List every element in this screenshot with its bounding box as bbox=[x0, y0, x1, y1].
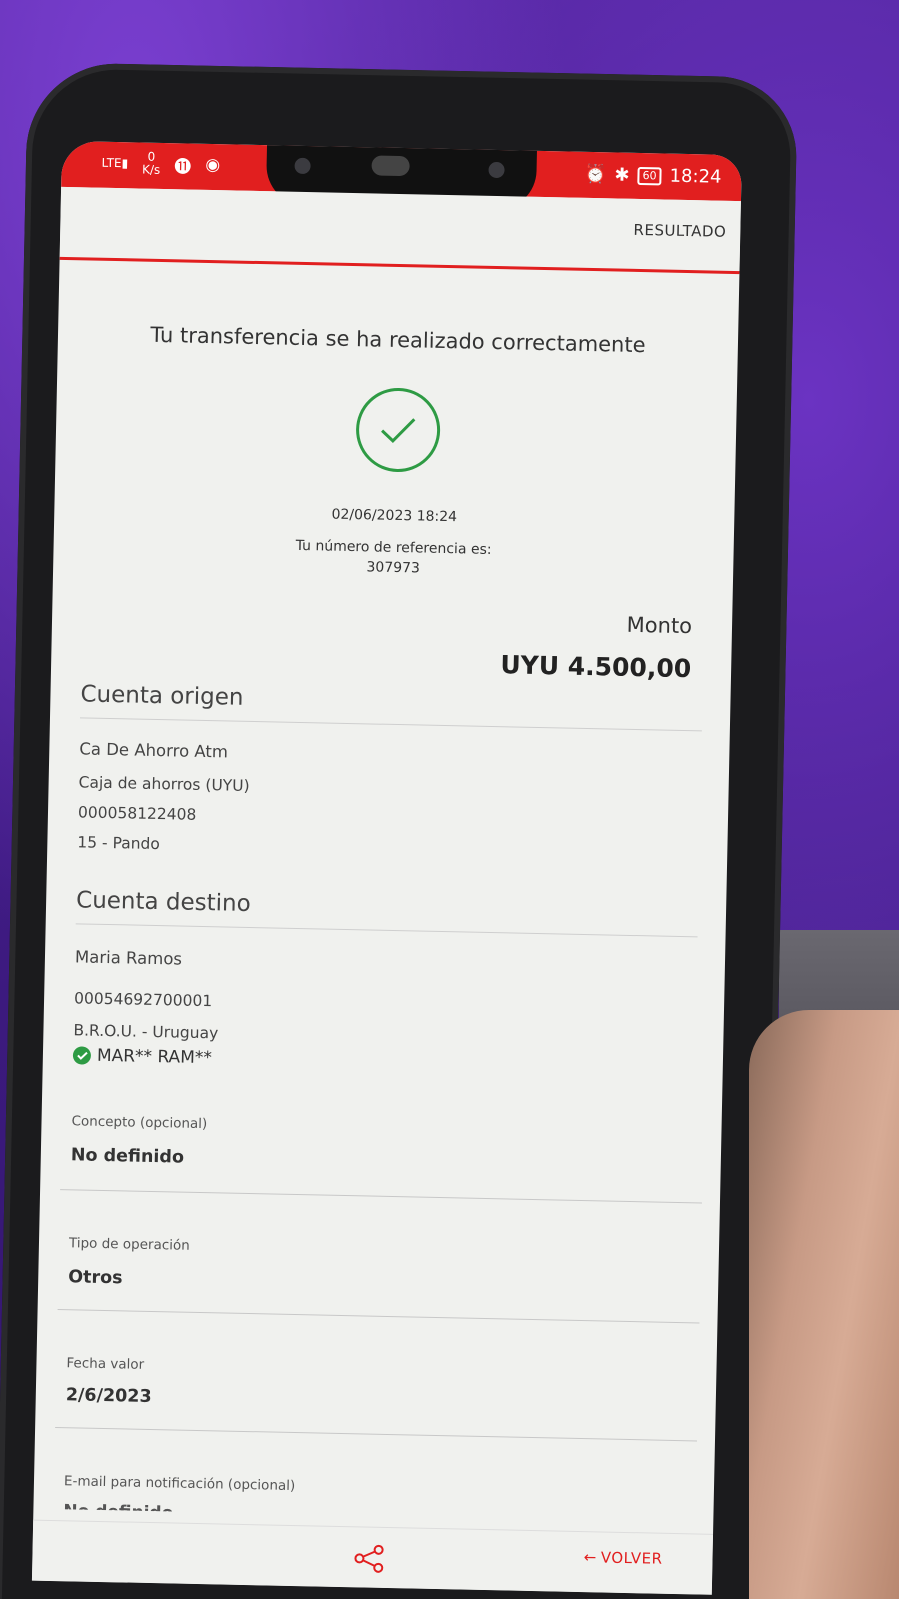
origin-account-name: Ca De Ahorro Atm bbox=[79, 739, 229, 762]
transfer-datetime: 02/06/2023 18:24 bbox=[331, 506, 458, 526]
tipo-operacion-label: Tipo de operación bbox=[68, 1235, 190, 1254]
destination-account-number: 00054692700001 bbox=[73, 989, 213, 1011]
speaker-grille bbox=[371, 155, 410, 177]
volver-button[interactable]: ← VOLVER bbox=[584, 1548, 663, 1568]
camera-icon bbox=[294, 157, 311, 175]
share-icon[interactable] bbox=[352, 1543, 387, 1578]
concepto-label: Concepto (opcional) bbox=[71, 1113, 208, 1133]
success-check-icon bbox=[355, 387, 441, 473]
thumb bbox=[749, 1010, 899, 1599]
network-label: LTE bbox=[101, 155, 122, 171]
alarm-icon: ⏰ bbox=[583, 163, 607, 186]
amount-label: Monto bbox=[626, 612, 693, 639]
status-right: ⏰ ✱ 60 18:24 bbox=[584, 164, 722, 188]
speed-indicator: 0 K/s bbox=[141, 150, 161, 177]
volver-label: VOLVER bbox=[600, 1548, 663, 1568]
sensor-icon bbox=[488, 161, 505, 179]
fecha-valor-label: Fecha valor bbox=[66, 1355, 145, 1373]
verified-holder: MAR** RAM** bbox=[72, 1045, 213, 1069]
destination-bank: B.R.O.U. - Uruguay bbox=[73, 1021, 219, 1043]
verified-check-icon bbox=[72, 1046, 92, 1065]
divider bbox=[57, 1309, 700, 1324]
battery-icon: 60 bbox=[637, 166, 662, 185]
notification-icon: ⓫ bbox=[174, 156, 192, 178]
page-title: RESULTADO bbox=[633, 220, 727, 241]
origin-account-number: 000058122408 bbox=[77, 803, 197, 824]
divider bbox=[79, 717, 702, 732]
photo-scene: LTE▮ 0 K/s ⓫ ◉ ⏰ ✱ 60 18:24 RESULTADO Tu… bbox=[0, 0, 899, 1599]
verified-holder-name: MAR** RAM** bbox=[96, 1045, 213, 1069]
origin-section-title: Cuenta origen bbox=[80, 681, 244, 711]
checkmark-icon bbox=[381, 418, 416, 443]
phone-screen: LTE▮ 0 K/s ⓫ ◉ ⏰ ✱ 60 18:24 RESULTADO Tu… bbox=[31, 140, 742, 1595]
origin-account-type: Caja de ahorros (UYU) bbox=[78, 773, 250, 795]
email-label: E-mail para notificación (opcional) bbox=[63, 1473, 296, 1495]
app-header: RESULTADO bbox=[59, 186, 741, 275]
status-left: LTE▮ 0 K/s ⓫ ◉ bbox=[101, 150, 220, 178]
origin-branch: 15 - Pando bbox=[77, 833, 161, 854]
destination-section-title: Cuenta destino bbox=[75, 887, 251, 917]
divider bbox=[75, 923, 698, 938]
tipo-operacion-value: Otros bbox=[68, 1267, 123, 1289]
eye-icon: ◉ bbox=[205, 154, 221, 176]
divider bbox=[60, 1189, 702, 1204]
arrow-left-icon: ← bbox=[583, 1548, 598, 1567]
success-message: Tu transferencia se ha realizado correct… bbox=[150, 322, 646, 358]
amount-value: UYU 4.500,00 bbox=[500, 650, 692, 684]
speed-unit: K/s bbox=[141, 162, 161, 177]
fecha-valor-value: 2/6/2023 bbox=[65, 1385, 152, 1408]
email-value: No definido bbox=[63, 1501, 173, 1511]
signal-icon: LTE▮ bbox=[101, 155, 129, 171]
bluetooth-icon: ✱ bbox=[614, 164, 630, 186]
status-time: 18:24 bbox=[669, 165, 722, 188]
destination-name: Maria Ramos bbox=[74, 947, 183, 969]
concepto-value: No definido bbox=[70, 1145, 185, 1168]
divider bbox=[55, 1427, 697, 1442]
